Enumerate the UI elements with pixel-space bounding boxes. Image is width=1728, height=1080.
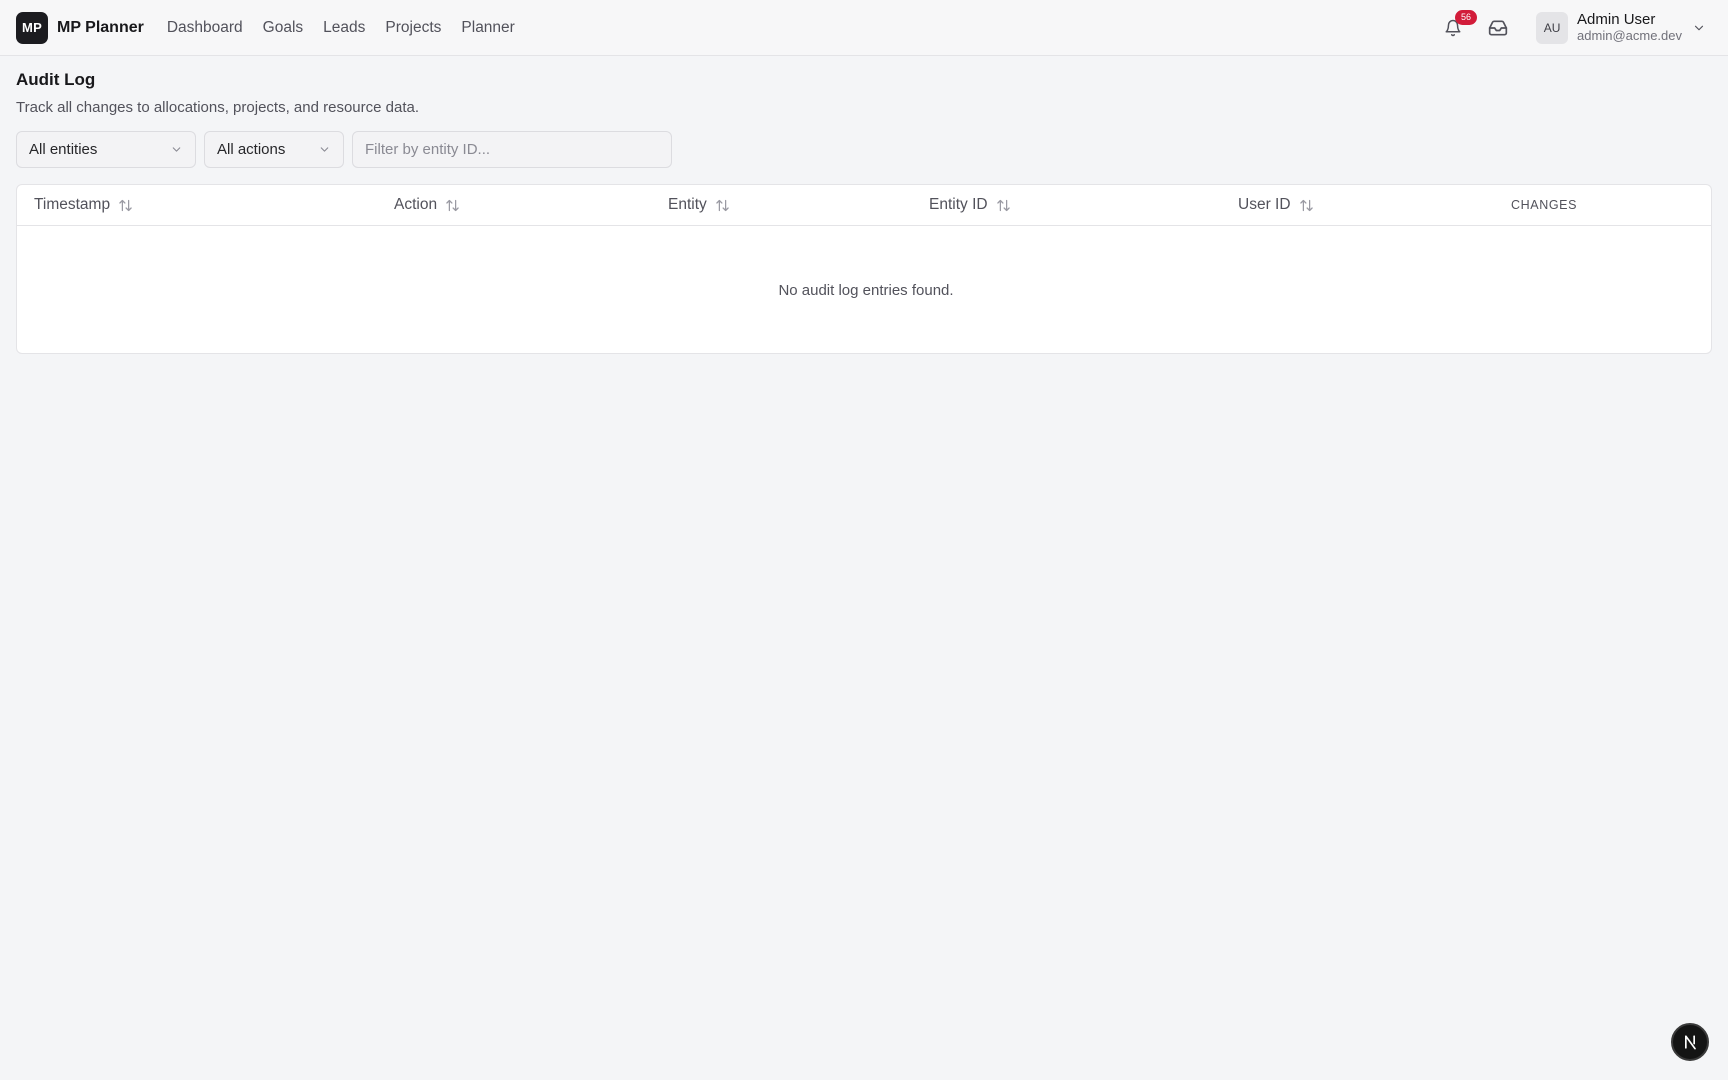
column-header-action[interactable]: Action xyxy=(394,185,460,225)
action-type-select-value: All actions xyxy=(217,141,286,158)
audit-log-table: Timestamp Action Entity Entity ID User I… xyxy=(16,184,1712,354)
page-title: Audit Log xyxy=(16,70,96,89)
nextjs-devtools-button[interactable] xyxy=(1671,1023,1709,1061)
main-nav: Dashboard Goals Leads Projects Planner xyxy=(167,19,515,37)
n-logo-icon xyxy=(1685,1035,1696,1050)
empty-state-message: No audit log entries found. xyxy=(778,281,954,299)
avatar: AU xyxy=(1536,11,1569,44)
entity-type-select[interactable]: All entities xyxy=(16,131,196,168)
nav-item-leads[interactable]: Leads xyxy=(323,19,365,37)
column-header-timestamp[interactable]: Timestamp xyxy=(34,185,133,225)
chevron-down-icon xyxy=(1692,21,1706,35)
notification-badge: 56 xyxy=(1455,9,1478,25)
filter-bar: All entities All actions xyxy=(16,131,1712,168)
chevron-down-icon xyxy=(172,147,181,152)
column-label: Timestamp xyxy=(34,196,111,213)
column-label: Entity ID xyxy=(929,196,988,213)
sort-icon xyxy=(1299,199,1313,211)
chevron-down-icon xyxy=(320,147,329,152)
nav-item-dashboard[interactable]: Dashboard xyxy=(167,19,243,37)
column-label: Action xyxy=(394,196,438,213)
user-email: admin@acme.dev xyxy=(1577,28,1682,44)
user-info: Admin User admin@acme.dev xyxy=(1577,10,1682,44)
page-subtitle: Track all changes to allocations, projec… xyxy=(16,99,419,116)
notifications-button[interactable]: 56 xyxy=(1437,9,1478,44)
nav-item-projects[interactable]: Projects xyxy=(385,19,441,37)
user-name: Admin User xyxy=(1577,10,1656,28)
top-navbar: MP MP Planner Dashboard Goals Leads Proj… xyxy=(0,0,1728,56)
inbox-button[interactable] xyxy=(1482,12,1514,44)
sort-icon xyxy=(119,199,132,211)
brand[interactable]: MP MP Planner xyxy=(16,11,144,44)
header-actions: 56 AU Admin User admin@acme.dev xyxy=(1437,9,1712,44)
column-label: Entity xyxy=(668,196,707,213)
app-name: MP Planner xyxy=(57,18,144,36)
table-header: Timestamp Action Entity Entity ID User I… xyxy=(17,185,1711,226)
inbox-icon xyxy=(1488,20,1508,36)
nav-item-planner[interactable]: Planner xyxy=(461,19,514,37)
column-header-entity[interactable]: Entity xyxy=(668,185,730,225)
brand-logo: MP xyxy=(16,11,48,44)
column-header-changes: CHANGES xyxy=(1511,198,1578,212)
audit-log-page: Audit Log Track all changes to allocatio… xyxy=(16,70,1712,354)
column-header-user-id[interactable]: User ID xyxy=(1238,185,1314,225)
sort-icon xyxy=(996,199,1010,211)
column-label: User ID xyxy=(1238,196,1291,213)
entity-type-select-value: All entities xyxy=(29,141,98,158)
user-menu[interactable]: AU Admin User admin@acme.dev xyxy=(1536,10,1712,44)
sort-icon xyxy=(446,199,459,211)
column-header-entity-id[interactable]: Entity ID xyxy=(929,185,1011,225)
sort-icon xyxy=(716,199,729,211)
nav-item-goals[interactable]: Goals xyxy=(263,19,304,37)
entity-id-filter-input[interactable] xyxy=(352,131,672,168)
action-type-select[interactable]: All actions xyxy=(204,131,344,168)
